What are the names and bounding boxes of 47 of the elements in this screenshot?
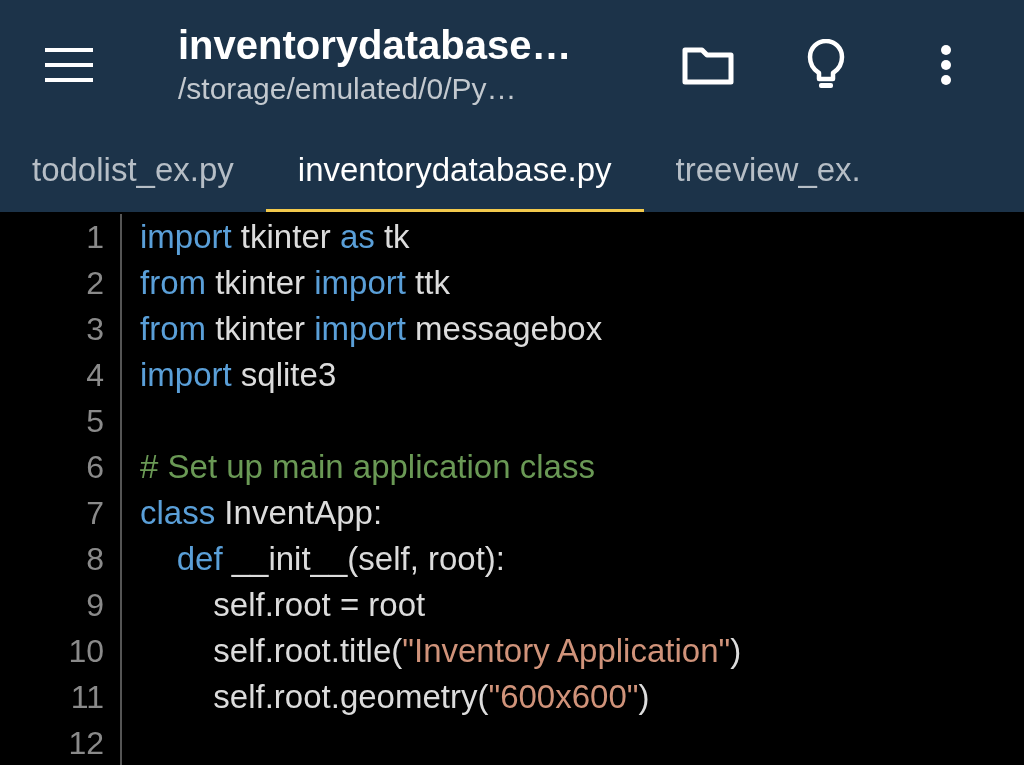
code-token: messagebox bbox=[414, 309, 603, 349]
line-number: 5 bbox=[86, 402, 104, 441]
code-token: import bbox=[314, 309, 406, 349]
code-token: from bbox=[140, 309, 206, 349]
code-token: tkinter bbox=[239, 217, 332, 257]
code-token: import bbox=[314, 263, 406, 303]
line-number: 9 bbox=[86, 586, 104, 625]
code-token: "Inventory Application" bbox=[402, 631, 731, 671]
code-token: import bbox=[140, 355, 232, 395]
code-token: # Set up main application class bbox=[140, 447, 595, 487]
code-token: "600x600" bbox=[488, 677, 639, 717]
window-title: inventorydatabase… bbox=[178, 22, 573, 69]
line-number: 3 bbox=[86, 310, 104, 349]
lightbulb-icon bbox=[807, 39, 845, 91]
code-token: self.root = root bbox=[212, 585, 426, 625]
line-number: 11 bbox=[70, 678, 104, 717]
code-token: import bbox=[140, 217, 232, 257]
file-tab[interactable]: todolist_ex.py bbox=[0, 130, 266, 212]
file-path: /storage/emulated/0/Py… bbox=[178, 71, 518, 107]
line-number: 7 bbox=[86, 494, 104, 533]
line-number: 12 bbox=[68, 724, 104, 763]
code-token: as bbox=[339, 217, 375, 257]
menu-icon bbox=[45, 48, 93, 82]
code-token: self.root.title( bbox=[212, 631, 403, 671]
code-token: sqlite3 bbox=[239, 355, 337, 395]
line-number: 4 bbox=[86, 356, 104, 395]
code-token: tkinter bbox=[214, 263, 307, 303]
line-number: 10 bbox=[68, 632, 104, 671]
line-number: 2 bbox=[86, 264, 104, 303]
line-number: 8 bbox=[86, 540, 104, 579]
code-token: def bbox=[175, 539, 223, 579]
file-tab[interactable]: treeview_ex. bbox=[643, 130, 893, 212]
code-token: self.root.geometry( bbox=[212, 677, 489, 717]
line-number: 6 bbox=[86, 448, 104, 487]
folder-icon bbox=[682, 45, 734, 85]
code-token: ttk bbox=[414, 263, 450, 303]
more-icon bbox=[940, 45, 952, 85]
code-token: tkinter bbox=[214, 309, 307, 349]
line-number: 1 bbox=[86, 218, 104, 257]
code-token: InventApp: bbox=[223, 493, 383, 533]
code-token: __init__(self, root): bbox=[230, 539, 506, 579]
file-tab[interactable]: inventorydatabase.py bbox=[265, 130, 644, 212]
code-token: from bbox=[140, 263, 206, 303]
code-token: class bbox=[140, 493, 216, 533]
code-token: tk bbox=[382, 217, 410, 257]
code-token: ) bbox=[638, 677, 650, 717]
code-token: ) bbox=[730, 631, 742, 671]
